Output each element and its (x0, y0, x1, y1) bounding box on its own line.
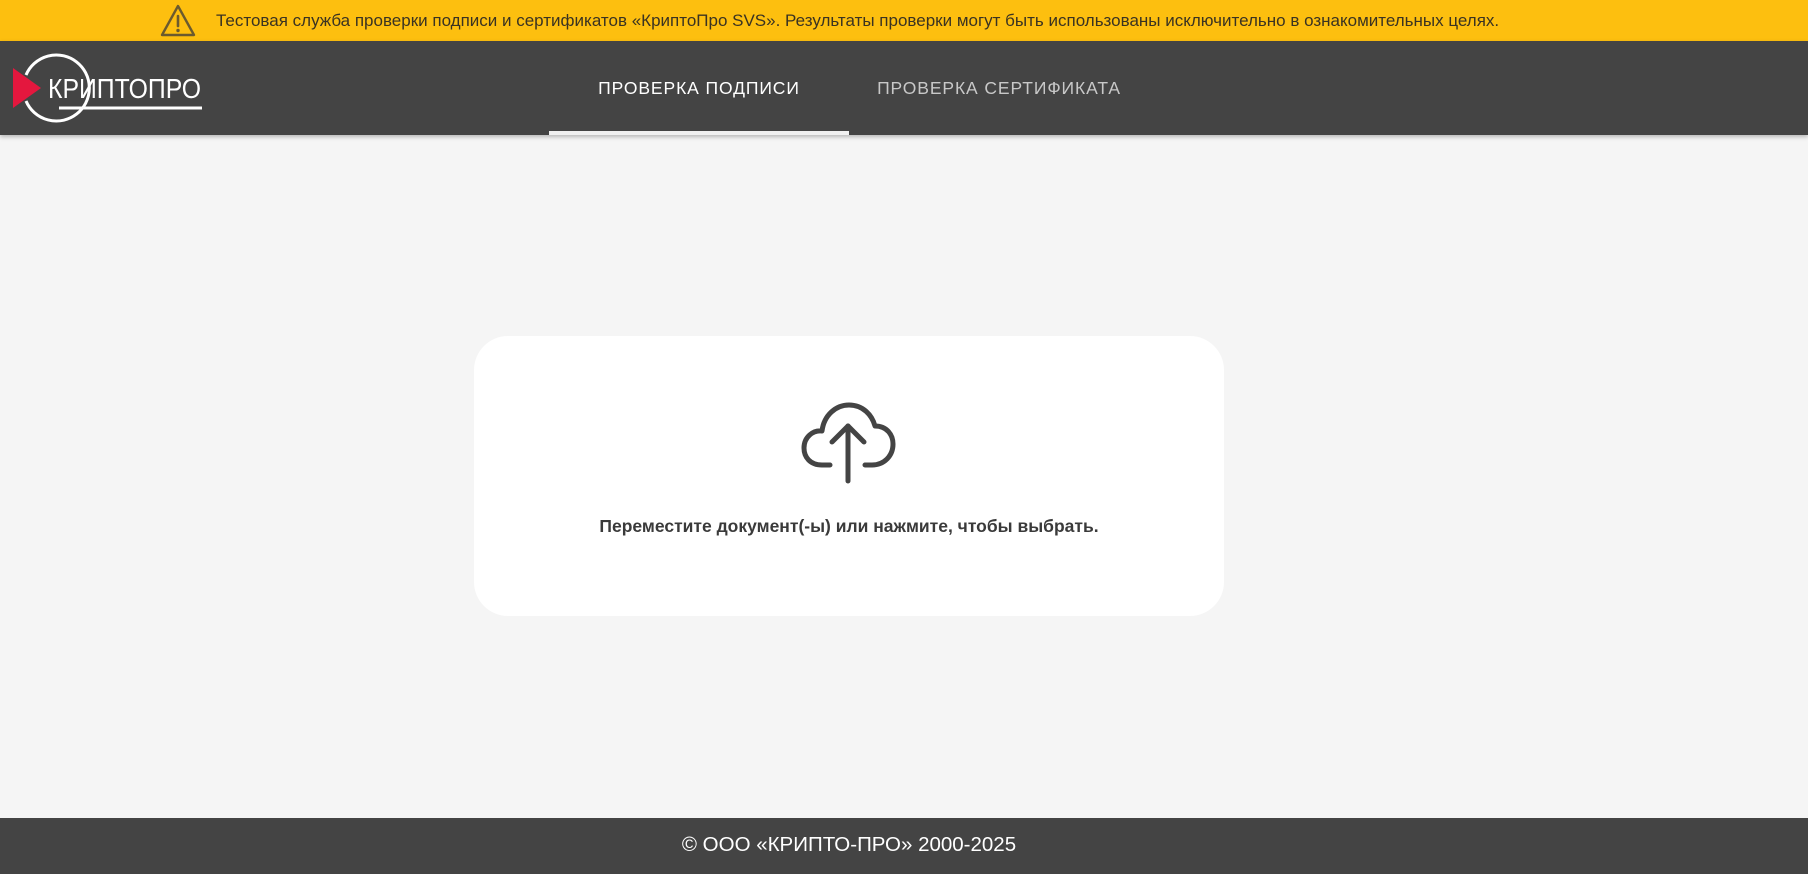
warning-triangle-icon (160, 4, 196, 37)
footer: © ООО «КРИПТО-ПРО» 2000-2025 (0, 818, 1808, 874)
cryptopro-logo[interactable]: КРИПТОПРО (11, 53, 205, 123)
tab-signature-verification[interactable]: ПРОВЕРКА ПОДПИСИ (549, 41, 849, 135)
file-drop-zone[interactable]: Переместите документ(-ы) или нажмите, чт… (474, 336, 1224, 616)
warning-banner: Тестовая служба проверки подписи и серти… (0, 0, 1808, 41)
drop-zone-instructions: Переместите документ(-ы) или нажмите, чт… (599, 516, 1099, 536)
copyright-text: © ООО «КРИПТО-ПРО» 2000-2025 (681, 833, 1017, 856)
warning-text: Тестовая служба проверки подписи и серти… (216, 11, 1500, 30)
svg-text:КРИПТОПРО: КРИПТОПРО (48, 73, 201, 104)
tab-certificate-verification[interactable]: ПРОВЕРКА СЕРТИФИКАТА (849, 41, 1149, 135)
top-navigation-bar: КРИПТОПРО ПРОВЕРКА ПОДПИСИ ПРОВЕРКА СЕРТ… (0, 41, 1808, 135)
tab-label: ПРОВЕРКА ПОДПИСИ (598, 77, 800, 98)
cloud-upload-icon (801, 402, 896, 484)
tab-label: ПРОВЕРКА СЕРТИФИКАТА (877, 77, 1121, 98)
